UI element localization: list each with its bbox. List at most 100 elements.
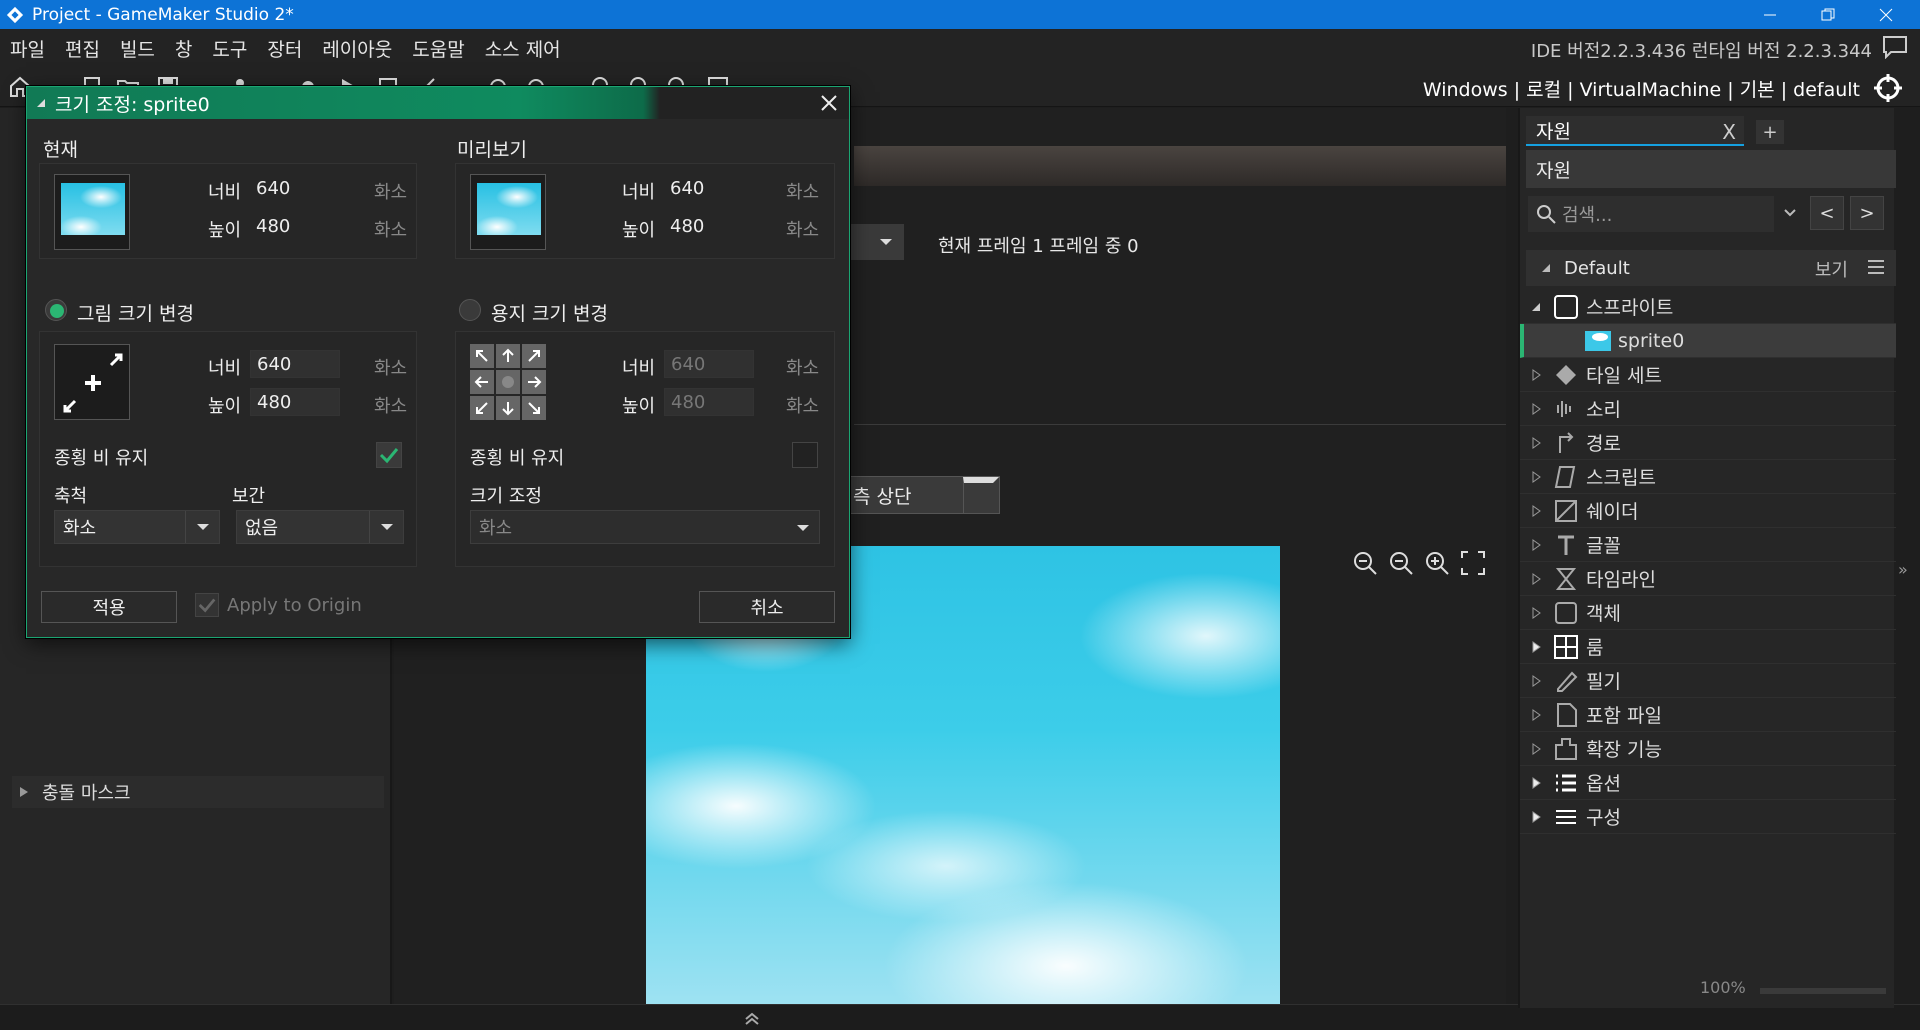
menu-build[interactable]: 빌드: [110, 35, 165, 62]
expand-side-panel-icon[interactable]: »: [1898, 560, 1908, 579]
menu-help[interactable]: 도움말: [402, 35, 474, 62]
tab-resources[interactable]: 자원 X: [1526, 116, 1744, 146]
tree-expand-arrow-icon[interactable]: [1526, 640, 1546, 653]
tree-expand-arrow-icon[interactable]: [1526, 742, 1546, 755]
minimize-button[interactable]: [1742, 0, 1798, 29]
tree-expand-arrow-icon[interactable]: [1526, 538, 1546, 551]
anchor-top-icon[interactable]: [496, 344, 520, 368]
apply-to-origin-checkbox[interactable]: [195, 593, 219, 617]
resource-tree-item[interactable]: 구성: [1520, 800, 1896, 834]
tree-expand-arrow-icon[interactable]: [1526, 470, 1546, 483]
close-icon[interactable]: [815, 89, 843, 117]
tree-expand-arrow-icon[interactable]: [1526, 776, 1546, 789]
anchor-bottom-right-icon[interactable]: [522, 396, 546, 420]
image-width-input[interactable]: 640: [250, 350, 340, 378]
resource-tree-item[interactable]: 룸: [1520, 630, 1896, 664]
tree-expand-arrow-icon[interactable]: [1526, 402, 1546, 415]
restore-button[interactable]: [1800, 0, 1856, 29]
resource-tree-item[interactable]: 글꼴: [1520, 528, 1896, 562]
menu-layout[interactable]: 레이아웃: [312, 35, 402, 62]
canvas-width-input[interactable]: 640: [664, 350, 754, 378]
checkmark-icon: [379, 448, 399, 464]
search-options-chevron-icon[interactable]: [1782, 204, 1798, 220]
resource-tree-item[interactable]: sprite0: [1520, 324, 1896, 358]
resource-tree-label: 쉐이더: [1586, 501, 1639, 523]
current-width-value: 640: [256, 178, 291, 199]
resource-tree-item[interactable]: 스프라이트: [1520, 290, 1896, 324]
collapse-up-icon[interactable]: [744, 1011, 760, 1025]
target-selector[interactable]: Windows | 로컬 | VirtualMachine | 기본 | def…: [1423, 75, 1860, 102]
menu-window[interactable]: 창: [165, 35, 202, 62]
tree-expand-arrow-icon[interactable]: [1526, 708, 1546, 721]
nav-forward-button[interactable]: >: [1850, 196, 1884, 230]
resource-tree-item[interactable]: 소리: [1520, 392, 1896, 426]
interpolation-caret[interactable]: [369, 511, 403, 543]
anchor-right-icon[interactable]: [522, 370, 546, 394]
tree-zoom-slider[interactable]: [1760, 988, 1886, 994]
tree-expand-arrow-icon[interactable]: [1526, 504, 1546, 517]
resource-tree-label: 스프라이트: [1586, 297, 1674, 319]
anchor-left-icon[interactable]: [470, 370, 494, 394]
close-tab-icon[interactable]: X: [1722, 120, 1736, 144]
scale-select[interactable]: 화소: [54, 510, 220, 544]
cancel-button[interactable]: 취소: [699, 591, 835, 623]
menu-tools[interactable]: 도구: [202, 35, 257, 62]
nav-back-button[interactable]: <: [1810, 196, 1844, 230]
tree-expand-arrow-icon[interactable]: [1526, 810, 1546, 823]
anchor-bottom-left-icon[interactable]: [470, 396, 494, 420]
resource-tree-item[interactable]: 스크립트: [1520, 460, 1896, 494]
resource-tree-item[interactable]: 확장 기능: [1520, 732, 1896, 766]
close-window-button[interactable]: [1858, 0, 1914, 29]
anchor-top-left-icon[interactable]: [470, 344, 494, 368]
collision-mask-section[interactable]: 충돌 마스크: [12, 776, 384, 808]
canvas-resize-radio[interactable]: [459, 299, 481, 321]
menu-source-control[interactable]: 소스 제어: [475, 35, 571, 62]
menu-file[interactable]: 파일: [0, 35, 55, 62]
fit-screen-icon[interactable]: [1460, 550, 1486, 576]
canvas-height-input[interactable]: 480: [664, 388, 754, 416]
tree-expand-arrow-icon[interactable]: [1526, 436, 1546, 449]
zoom-out-icon[interactable]: [1352, 550, 1378, 576]
tree-expand-arrow-icon[interactable]: [1526, 301, 1546, 313]
group-default-row[interactable]: Default 보기: [1526, 250, 1896, 286]
tree-expand-arrow-icon[interactable]: [1526, 572, 1546, 585]
origin-dropdown[interactable]: 측 상단: [844, 476, 1000, 514]
anchor-top-right-icon[interactable]: [522, 344, 546, 368]
preview-box: 너비 640 화소 높이 480 화소: [455, 163, 835, 259]
zoom-in-icon[interactable]: [1424, 550, 1450, 576]
chat-icon[interactable]: [1882, 35, 1908, 59]
tree-expand-arrow-icon[interactable]: [1526, 674, 1546, 687]
tree-expand-arrow-icon[interactable]: [1526, 368, 1546, 381]
resource-tree-item[interactable]: 객체: [1520, 596, 1896, 630]
target-icon[interactable]: [1872, 72, 1904, 104]
frame-dropdown[interactable]: [844, 224, 904, 260]
resource-tree-item[interactable]: 옵션: [1520, 766, 1896, 800]
menu-marketplace[interactable]: 장터: [257, 35, 312, 62]
image-keep-aspect-checkbox[interactable]: [376, 442, 402, 468]
image-resize-radio[interactable]: [45, 299, 67, 321]
canvas-keep-aspect-checkbox[interactable]: [792, 442, 818, 468]
canvas-resize-mode-select[interactable]: 화소: [470, 510, 820, 544]
anchor-center-icon[interactable]: [496, 370, 520, 394]
resource-search-input[interactable]: 검색...: [1528, 196, 1774, 232]
tree-expand-arrow-icon[interactable]: [1526, 606, 1546, 619]
resource-tree-item[interactable]: 타임라인: [1520, 562, 1896, 596]
hamburger-menu-icon[interactable]: [1866, 258, 1886, 276]
apply-button[interactable]: 적용: [41, 591, 177, 623]
image-height-input[interactable]: 480: [250, 388, 340, 416]
interpolation-select[interactable]: 없음: [236, 510, 404, 544]
zoom-reset-icon[interactable]: [1388, 550, 1414, 576]
menu-edit[interactable]: 편집: [55, 35, 110, 62]
resource-tree-item[interactable]: 포함 파일: [1520, 698, 1896, 732]
dialog-title-bar[interactable]: 크기 조정: sprite0: [27, 87, 849, 119]
anchor-bottom-icon[interactable]: [496, 396, 520, 420]
resource-tree-item[interactable]: 쉐이더: [1520, 494, 1896, 528]
dropdown-caret-icon: [797, 525, 809, 531]
current-width-unit: 화소: [374, 182, 408, 203]
resource-tree-item[interactable]: 필기: [1520, 664, 1896, 698]
resource-tree-item[interactable]: 경로: [1520, 426, 1896, 460]
add-tab-button[interactable]: +: [1756, 120, 1784, 144]
scale-caret[interactable]: [185, 511, 219, 543]
resource-tree-item[interactable]: 타일 세트: [1520, 358, 1896, 392]
view-toggle[interactable]: 보기: [1815, 256, 1848, 282]
